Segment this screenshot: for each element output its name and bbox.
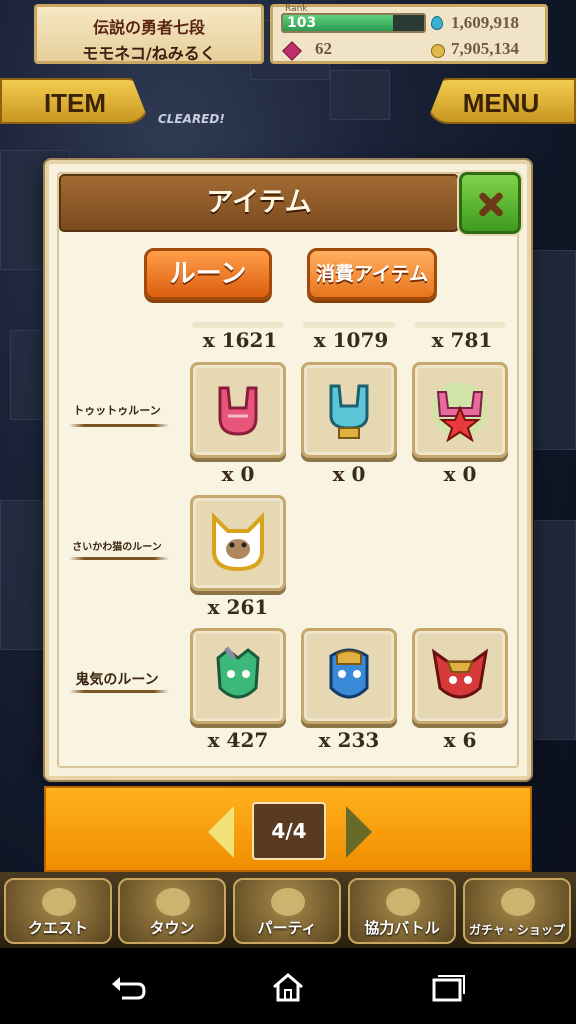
item-quantity: x 427 (207, 728, 269, 752)
player-title: 伝説の勇者七段 (92, 18, 205, 37)
row-divider (69, 690, 169, 693)
bottom-nav: クエスト タウン パーティ 協力バトル ガチャ・ショップ (0, 872, 576, 948)
red-oni-mask-icon (431, 648, 489, 699)
item-slot-blue-horns-rune[interactable] (301, 362, 397, 458)
nav-label: クエスト (27, 919, 88, 937)
item-tab[interactable]: ITEM (0, 78, 150, 124)
blue-oni-mask-icon (329, 648, 369, 699)
back-icon[interactable] (108, 972, 148, 1002)
gem-icon (282, 41, 302, 61)
rune-row-label: 鬼気のルーン (75, 672, 159, 688)
modal-title: アイテム (59, 174, 459, 232)
page-indicator: 4/4 (252, 802, 326, 860)
item-slot-blue-oni-rune[interactable] (301, 628, 397, 724)
pink-horns-hand-icon (218, 386, 258, 436)
gacha-shop-icon (501, 888, 535, 916)
player-name: モモネコ/ねみるく (82, 44, 216, 63)
recent-apps-icon[interactable] (428, 972, 468, 1002)
consumable-tab-button[interactable]: 消費アイテム (307, 248, 437, 300)
item-slot-rainbow-rune[interactable] (412, 362, 508, 458)
item-quantity: x 0 (221, 462, 255, 486)
rank-progress-bar: 103 (281, 13, 426, 33)
nav-label: 協力バトル (364, 919, 440, 937)
nav-party-button[interactable]: パーティ (233, 878, 341, 944)
nav-label: パーティ (257, 919, 317, 937)
nav-gacha-shop-button[interactable]: ガチャ・ショップ (463, 878, 571, 944)
item-quantity: x 261 (207, 595, 269, 619)
nav-coop-battle-button[interactable]: 協力バトル (348, 878, 456, 944)
rainbow-star-hands-icon (432, 382, 488, 442)
item-slot-pink-horns-rune[interactable] (190, 362, 286, 458)
nav-quest-button[interactable]: クエスト (4, 878, 112, 944)
coop-battle-icon (386, 888, 420, 916)
rune-row-label: トゥットゥルーン (73, 404, 161, 417)
item-quantity: x 6 (443, 728, 477, 752)
row-divider (69, 424, 169, 427)
player-stats: Rank 103 1,609,918 62 7,905,134 (270, 4, 548, 64)
item-modal: アイテム ルーン 消費アイテム x 1621 x 1079 x 781 トゥット… (45, 160, 531, 780)
item-quantity: x 1079 (313, 328, 389, 352)
item-slot-green-oni-rune[interactable] (190, 628, 286, 724)
item-quantity: x 0 (443, 462, 477, 486)
pager: 4/4 (44, 786, 532, 872)
menu-tab[interactable]: MENU (426, 78, 576, 124)
item-slot-red-oni-rune[interactable] (412, 628, 508, 724)
item-slot-cat-rune[interactable] (190, 495, 286, 591)
item-quantity: x 781 (431, 328, 493, 352)
player-title-plate: 伝説の勇者七段 モモネコ/ねみるく (34, 4, 264, 64)
rune-tab-button[interactable]: ルーン (144, 248, 272, 300)
blue-horns-hand-icon (329, 384, 369, 439)
rune-row-label: さいかわ猫のルーン (72, 542, 162, 553)
rank-value: 103 (287, 15, 317, 31)
next-page-arrow-icon[interactable] (346, 806, 372, 858)
home-icon[interactable] (268, 972, 308, 1002)
quest-icon (42, 888, 76, 916)
stamina-currency: 1,609,918 (451, 13, 519, 32)
item-quantity: x 1621 (202, 328, 278, 352)
gem-count: 62 (315, 39, 332, 58)
system-nav-bar (0, 948, 576, 1024)
water-drop-icon (431, 16, 443, 30)
nav-town-button[interactable]: タウン (118, 878, 226, 944)
cat-face-icon (212, 512, 264, 572)
nav-label: タウン (149, 919, 195, 937)
item-quantity: x 0 (332, 462, 366, 486)
close-icon[interactable] (459, 172, 521, 234)
town-icon (156, 888, 190, 916)
prev-page-arrow-icon[interactable] (208, 806, 234, 858)
cleared-marker: CLEARED! (158, 112, 225, 126)
coin-icon (431, 44, 445, 58)
nav-label: ガチャ・ショップ (469, 923, 565, 937)
item-quantity: x 233 (318, 728, 380, 752)
gold-count: 7,905,134 (451, 39, 519, 58)
party-icon (271, 888, 305, 916)
green-oni-mask-icon (216, 646, 260, 699)
row-divider (69, 557, 169, 560)
